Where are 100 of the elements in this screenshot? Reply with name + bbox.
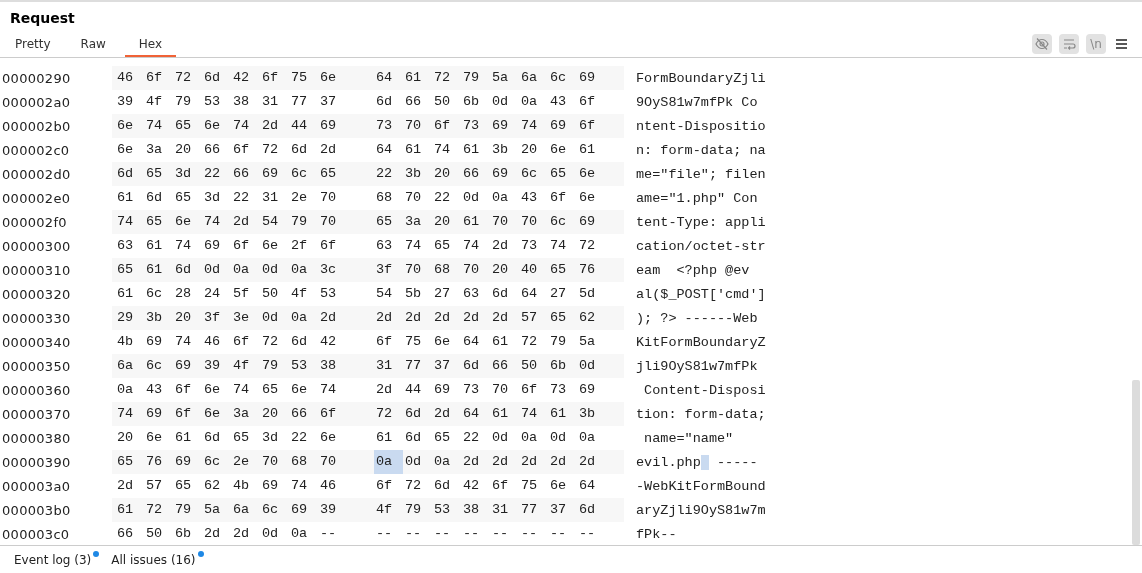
hex-byte[interactable]: 73: [548, 378, 577, 402]
hex-byte[interactable]: 6e: [432, 330, 461, 354]
hex-byte[interactable]: 6d: [144, 186, 173, 210]
hex-byte[interactable]: 2d: [490, 234, 519, 258]
hex-byte[interactable]: 2d: [202, 522, 231, 545]
hex-byte[interactable]: 6c: [144, 354, 173, 378]
hex-byte[interactable]: 6f: [548, 186, 577, 210]
hex-byte[interactable]: 69: [432, 378, 461, 402]
hex-byte[interactable]: 44: [403, 378, 432, 402]
hex-byte[interactable]: --: [519, 522, 548, 545]
hex-byte[interactable]: 6d: [577, 498, 606, 522]
hex-byte[interactable]: 0d: [202, 258, 231, 282]
hex-byte[interactable]: 3f: [374, 258, 403, 282]
hex-byte[interactable]: 3d: [202, 186, 231, 210]
hex-byte[interactable]: 64: [374, 138, 403, 162]
hex-byte[interactable]: 69: [289, 498, 318, 522]
hex-byte[interactable]: 6e: [115, 138, 144, 162]
hex-byte[interactable]: 6e: [144, 426, 173, 450]
hex-byte[interactable]: 3d: [260, 426, 289, 450]
hex-byte[interactable]: 69: [260, 162, 289, 186]
hex-byte[interactable]: 6d: [115, 162, 144, 186]
hex-byte[interactable]: 2d: [461, 450, 490, 474]
hex-byte[interactable]: 61: [548, 402, 577, 426]
hex-byte[interactable]: 69: [260, 474, 289, 498]
hex-byte[interactable]: 43: [519, 186, 548, 210]
hex-byte[interactable]: 2f: [289, 234, 318, 258]
hex-byte[interactable]: 6a: [231, 498, 260, 522]
hex-byte[interactable]: 6a: [519, 66, 548, 90]
hex-byte[interactable]: 2d: [548, 450, 577, 474]
hex-byte[interactable]: 74: [432, 138, 461, 162]
hex-byte[interactable]: 0d: [260, 522, 289, 545]
hex-byte[interactable]: 46: [202, 330, 231, 354]
hex-byte[interactable]: 2d: [432, 402, 461, 426]
hex-byte[interactable]: 77: [519, 498, 548, 522]
hex-byte[interactable]: 63: [461, 282, 490, 306]
hex-byte[interactable]: 74: [548, 234, 577, 258]
hex-byte[interactable]: 6e: [289, 378, 318, 402]
hex-byte[interactable]: 20: [519, 138, 548, 162]
hex-byte[interactable]: 66: [461, 162, 490, 186]
footer-tab[interactable]: Event log (3): [6, 548, 100, 571]
hex-byte[interactable]: 64: [461, 330, 490, 354]
hex-byte[interactable]: 38: [318, 354, 347, 378]
hex-byte[interactable]: 6f: [577, 114, 606, 138]
hex-byte[interactable]: 70: [461, 258, 490, 282]
hex-byte[interactable]: 6c: [144, 282, 173, 306]
hex-byte[interactable]: 63: [374, 234, 403, 258]
hex-byte[interactable]: 3f: [202, 306, 231, 330]
hex-byte[interactable]: 6f: [318, 402, 347, 426]
hex-byte[interactable]: 62: [202, 474, 231, 498]
hex-byte[interactable]: 0d: [461, 186, 490, 210]
hex-byte[interactable]: 2d: [318, 306, 347, 330]
hex-byte[interactable]: 6f: [374, 330, 403, 354]
hex-byte[interactable]: 72: [260, 138, 289, 162]
hex-byte[interactable]: 3b: [490, 138, 519, 162]
hex-byte[interactable]: 66: [231, 162, 260, 186]
hex-byte[interactable]: 6f: [231, 330, 260, 354]
hex-byte[interactable]: 74: [519, 402, 548, 426]
hex-byte[interactable]: 50: [519, 354, 548, 378]
hex-byte[interactable]: 2d: [490, 450, 519, 474]
hex-byte[interactable]: 6e: [577, 186, 606, 210]
hex-byte[interactable]: 2d: [403, 306, 432, 330]
hex-byte[interactable]: 61: [173, 426, 202, 450]
hex-byte[interactable]: 61: [144, 258, 173, 282]
hex-byte[interactable]: 74: [144, 114, 173, 138]
hex-byte[interactable]: 66: [403, 90, 432, 114]
hex-byte[interactable]: 20: [432, 210, 461, 234]
hex-byte[interactable]: 22: [289, 426, 318, 450]
hex-byte[interactable]: 0d: [260, 258, 289, 282]
hex-byte[interactable]: 6b: [461, 90, 490, 114]
scrollbar-thumb[interactable]: [1132, 380, 1140, 545]
hex-byte[interactable]: 0a: [519, 426, 548, 450]
hex-byte[interactable]: 53: [318, 282, 347, 306]
hex-byte[interactable]: 6d: [461, 354, 490, 378]
hex-byte[interactable]: 6b: [548, 354, 577, 378]
hex-byte[interactable]: 74: [519, 114, 548, 138]
hex-byte[interactable]: 53: [289, 354, 318, 378]
hex-byte[interactable]: 70: [318, 186, 347, 210]
hex-byte[interactable]: 66: [202, 138, 231, 162]
hex-byte[interactable]: 64: [519, 282, 548, 306]
hex-byte[interactable]: 2e: [231, 450, 260, 474]
hex-byte[interactable]: 74: [173, 330, 202, 354]
hex-byte[interactable]: 39: [202, 354, 231, 378]
hex-byte[interactable]: 69: [144, 330, 173, 354]
hex-byte[interactable]: --: [318, 522, 347, 545]
hex-byte[interactable]: 22: [432, 186, 461, 210]
hex-byte[interactable]: 65: [144, 210, 173, 234]
hex-byte[interactable]: 68: [289, 450, 318, 474]
hex-byte[interactable]: 65: [548, 258, 577, 282]
tab[interactable]: Raw: [69, 28, 117, 57]
hex-byte[interactable]: 69: [318, 114, 347, 138]
hex-byte[interactable]: 0d: [577, 354, 606, 378]
hex-byte[interactable]: 69: [144, 402, 173, 426]
hex-byte[interactable]: 6f: [490, 474, 519, 498]
hex-byte[interactable]: 68: [432, 258, 461, 282]
hex-byte[interactable]: 72: [432, 66, 461, 90]
hex-byte[interactable]: 65: [548, 306, 577, 330]
hex-byte[interactable]: 50: [432, 90, 461, 114]
hex-byte[interactable]: 6e: [202, 402, 231, 426]
hex-byte[interactable]: 3c: [318, 258, 347, 282]
hex-byte[interactable]: 61: [490, 330, 519, 354]
